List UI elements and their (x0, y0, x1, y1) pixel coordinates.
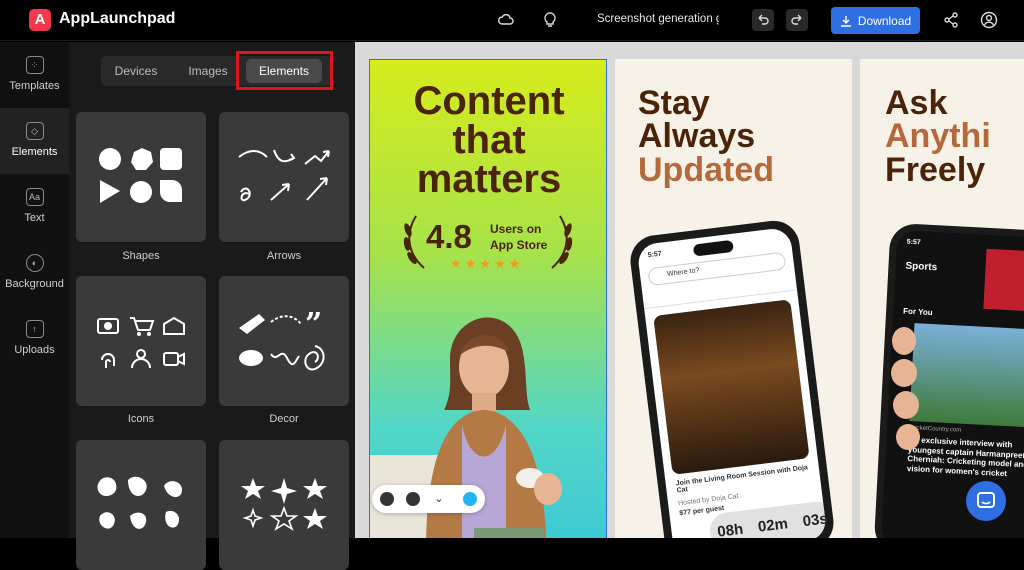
blobs-tile[interactable] (76, 440, 206, 570)
shapes-icon (99, 148, 182, 203)
rail-item-label: Templates (9, 80, 60, 92)
phone-countdown: 08h 02m 03s (707, 499, 828, 538)
card2-line2: Always (638, 117, 756, 156)
screenshot-card-2[interactable]: Stay Always Updated 5:57 Where to? 08h 0… (615, 59, 852, 538)
card3-line2: Anythi (885, 117, 991, 156)
canvas-area: Content that matters 4.8 Users on App St… (355, 42, 1024, 538)
tile-label-decor: Decor (269, 413, 299, 425)
rating-caption-line2: App Store (490, 237, 548, 252)
rating-caption: Users on App Store (490, 222, 547, 253)
phone-search-text: Where to? (666, 267, 700, 278)
redo-icon (791, 14, 802, 25)
document-title[interactable]: Screenshot generation guide (597, 13, 719, 25)
text-icon: Aa (25, 188, 44, 206)
rail-item-text[interactable]: Aa Text (0, 174, 69, 240)
left-rail: ⁘ Templates ◇ Elements Aa Text ◐ Backgro… (0, 42, 69, 538)
rating-caption-line1: Users on (490, 222, 542, 236)
cloud-sync-icon[interactable] (497, 11, 515, 29)
tile-label-icons: Icons (127, 413, 155, 425)
rail-item-label: Background (5, 278, 64, 290)
phone-event-host: Hosted by Doja Cat (677, 493, 739, 508)
card1-line2: that (452, 118, 526, 163)
countdown-minutes: 02m (756, 514, 789, 536)
zoom-toolbar: ⌄ (372, 485, 485, 513)
elements-panel: Devices Images Elements Shapes Arrows Ic… (69, 42, 355, 570)
icons-tile[interactable] (76, 276, 206, 406)
app-logo[interactable]: A (29, 9, 51, 31)
zoom-out-button[interactable] (380, 492, 394, 506)
tab-images[interactable]: Images (173, 56, 243, 86)
tile-label-arrows: Arrows (266, 250, 302, 262)
hand-photo (891, 327, 920, 450)
elements-icon: ◇ (25, 122, 44, 140)
shapes-tile[interactable] (76, 112, 206, 242)
arrows-tile[interactable] (219, 112, 349, 242)
arrows-icon (238, 149, 330, 202)
account-icon[interactable] (980, 11, 998, 29)
screenshot-card-1[interactable]: Content that matters 4.8 Users on App St… (369, 59, 607, 538)
rail-item-templates[interactable]: ⁘ Templates (0, 42, 69, 108)
templates-icon: ⁘ (25, 56, 44, 74)
collapse-button[interactable]: ⌄ (432, 492, 446, 506)
chat-icon (977, 492, 995, 508)
download-label: Download (857, 13, 912, 28)
rail-item-elements[interactable]: ◇ Elements (0, 108, 69, 174)
decor-icon: ” (239, 307, 325, 371)
card3-line3: Freely (885, 150, 986, 189)
download-button[interactable]: Download (831, 7, 920, 34)
phone-status-time: 5:57 (906, 238, 921, 247)
download-icon (840, 15, 851, 27)
rating-stars: ★★★★★ (450, 256, 524, 271)
card1-headline[interactable]: Content that matters (370, 79, 606, 202)
color-picker-button[interactable] (463, 492, 477, 506)
phone-score-banner (983, 248, 1024, 313)
share-icon[interactable] (942, 11, 960, 29)
tile-label-shapes: Shapes (122, 250, 160, 262)
phone-status-time: 5:57 (647, 250, 663, 260)
card2-headline[interactable]: Stay Always Updated (638, 84, 774, 189)
rail-item-uploads[interactable]: ↑ Uploads (0, 306, 69, 372)
stars-tile[interactable] (219, 440, 349, 570)
card2-line3: Updated (638, 150, 774, 189)
screenshot-card-3[interactable]: Ask Anythi Freely 5:57 Sports For You Cr… (860, 59, 1024, 538)
top-bar: A AppLaunchpad Screenshot generation gui… (0, 0, 1024, 41)
background-icon: ◐ (25, 254, 44, 272)
icons-preview-icon (97, 316, 185, 369)
card1-line3: matters (416, 157, 562, 202)
phone-screen-2: 5:57 Where to? 08h 02m 03s Join the Livi… (636, 226, 828, 538)
stars-icon (241, 478, 327, 531)
phone-mockup-2: 5:57 Where to? 08h 02m 03s Join the Livi… (627, 217, 837, 538)
undo-icon (758, 14, 769, 25)
phone-for-you: For You (902, 306, 933, 318)
card2-line1: Stay (638, 84, 710, 122)
chat-support-button[interactable] (966, 481, 1006, 521)
rail-item-label: Uploads (14, 344, 55, 356)
zoom-in-button[interactable] (406, 492, 420, 506)
redo-button[interactable] (786, 9, 808, 31)
rail-item-label: Elements (11, 146, 58, 158)
selection-highlight (236, 51, 333, 90)
tab-devices[interactable]: Devices (101, 56, 171, 86)
phone-notch (692, 239, 734, 257)
rating-value: 4.8 (426, 218, 472, 255)
undo-button[interactable] (752, 9, 774, 31)
card3-line1: Ask (885, 84, 948, 122)
blobs-icon (97, 476, 182, 529)
svg-text:”: ” (305, 307, 322, 342)
upload-icon: ↑ (25, 320, 44, 338)
card1-line1: Content (413, 79, 565, 123)
rail-item-label: Text (24, 212, 45, 224)
countdown-seconds: 03s (801, 509, 828, 530)
card3-headline[interactable]: Ask Anythi Freely (885, 84, 991, 189)
phone-event-image (653, 299, 810, 475)
rail-item-background[interactable]: ◐ Background (0, 240, 69, 306)
lightbulb-icon[interactable] (541, 11, 559, 29)
app-name[interactable]: AppLaunchpad (59, 10, 175, 28)
countdown-hours: 08h (716, 520, 745, 538)
phone-section-title: Sports (905, 260, 938, 274)
decor-tile[interactable]: ” (219, 276, 349, 406)
